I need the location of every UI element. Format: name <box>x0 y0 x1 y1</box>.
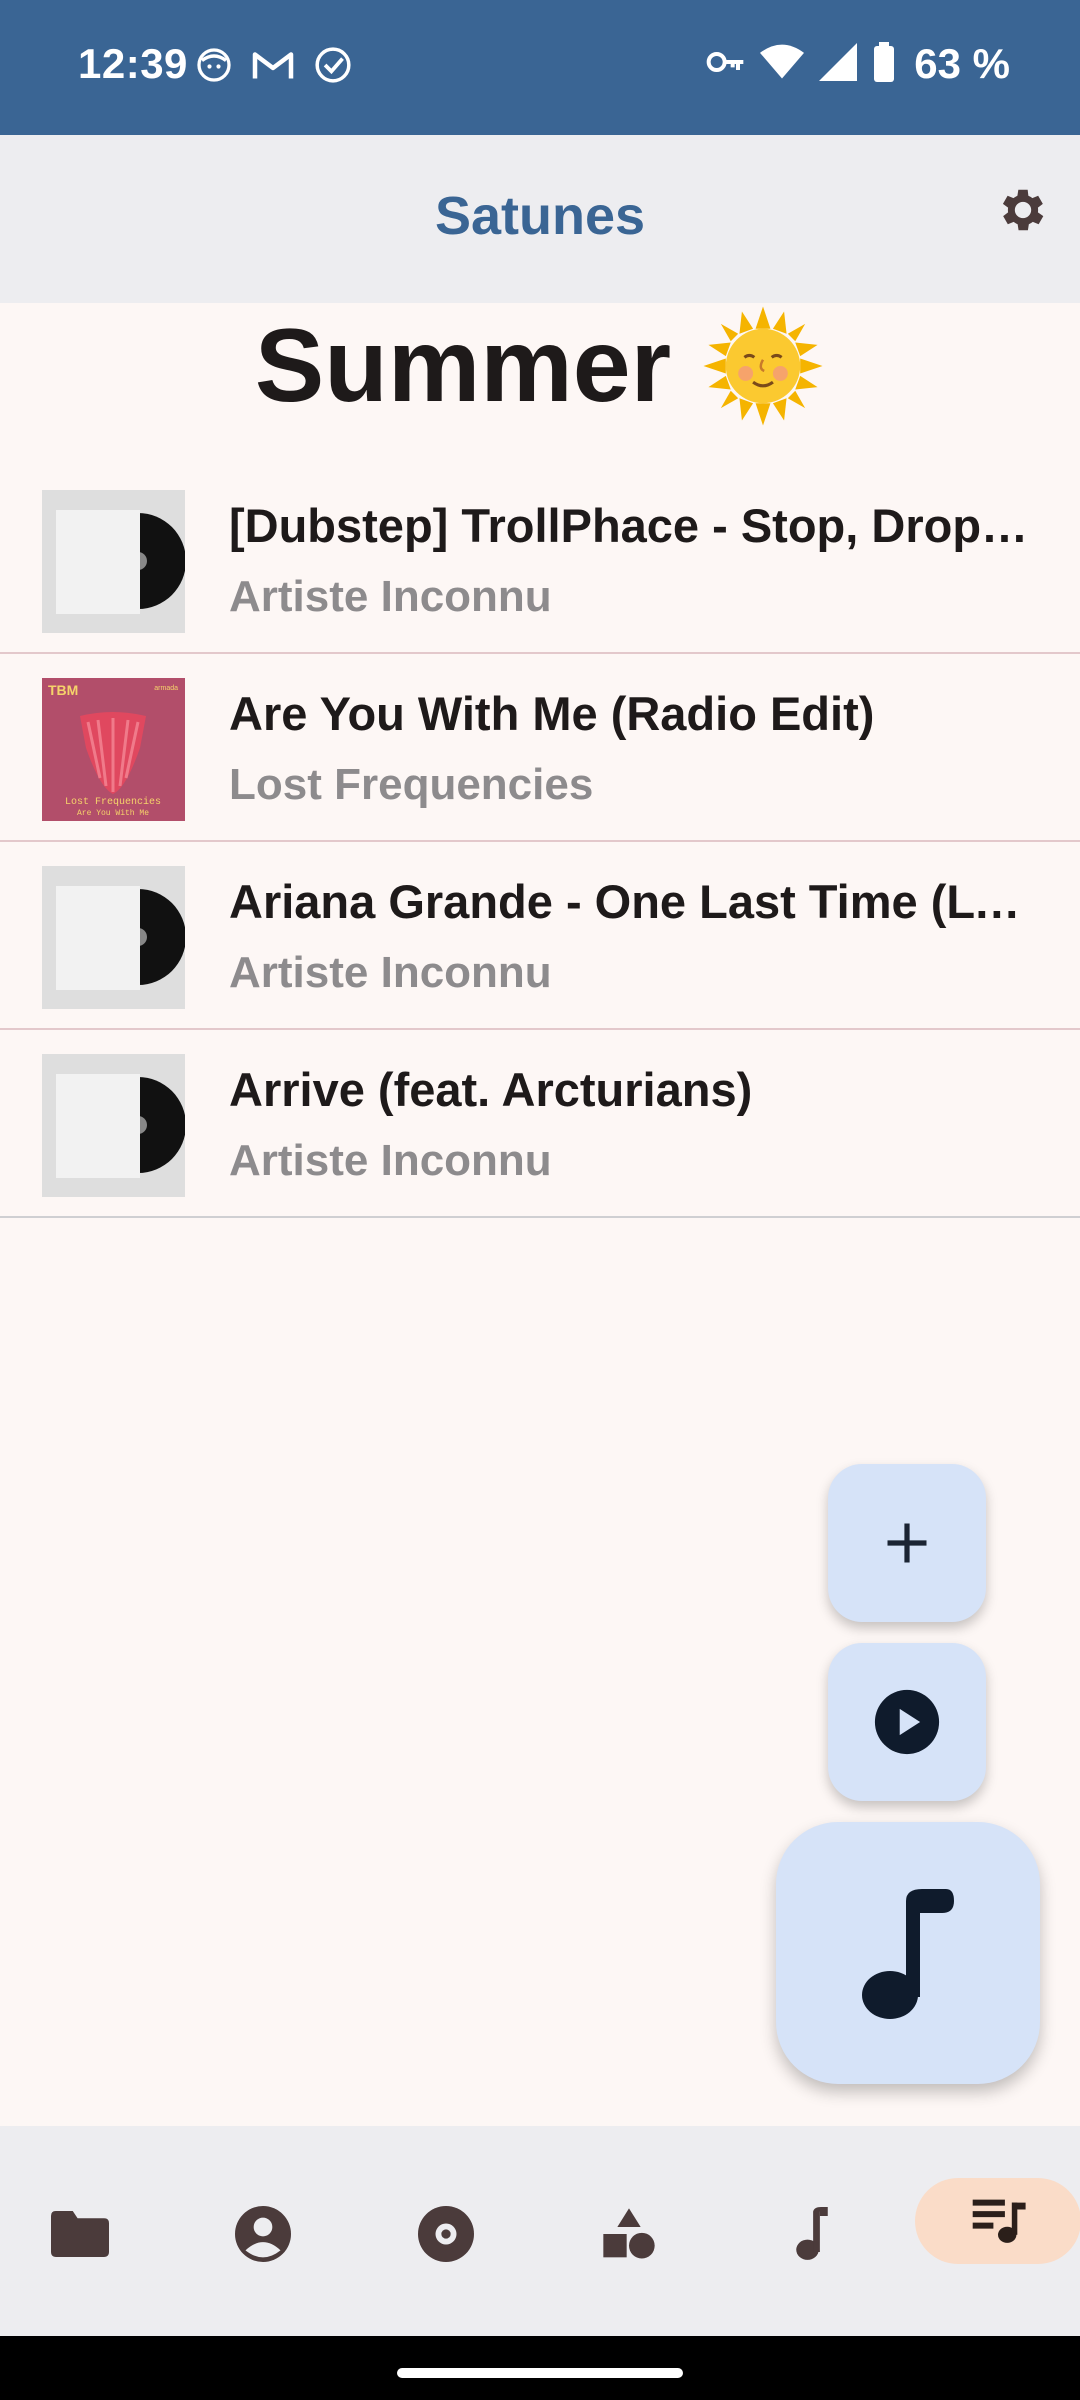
check-circle-icon <box>314 46 352 89</box>
nav-songs[interactable] <box>752 2192 872 2276</box>
signal-icon <box>818 42 858 86</box>
playlist-name: Summer <box>254 307 672 424</box>
song-artist: Artiste Inconnu <box>229 572 552 621</box>
home-handle[interactable] <box>397 2368 683 2378</box>
nav-playlists[interactable] <box>915 2178 1080 2264</box>
app-title: Satunes <box>434 186 646 246</box>
vinyl-placeholder-cover <box>42 866 185 1009</box>
play-playlist-button[interactable] <box>828 1643 986 1801</box>
playlist-title: Summer <box>0 296 1080 436</box>
song-title: Arrive (feat. Arcturians) <box>229 1063 753 1116</box>
cover-label: TBM <box>48 682 78 698</box>
music-note-icon <box>862 1889 954 2019</box>
song-row[interactable]: [Dubstep] TrollPhace - Stop, Drop & Roll… <box>0 466 1080 654</box>
song-title: Ariana Grande - One Last Time (Lyrics) <box>229 875 1029 928</box>
album-art-cover: TBM armada Lost Frequencies Are You With… <box>42 678 185 821</box>
folder-icon <box>51 2211 109 2257</box>
cover-line2: Are You With Me <box>77 809 149 818</box>
account-icon <box>235 2206 291 2262</box>
top-app-bar: Satunes <box>0 135 1080 303</box>
song-row[interactable]: Arrive (feat. Arcturians) Artiste Inconn… <box>0 1030 1080 1218</box>
wifi-icon <box>760 43 805 86</box>
vinyl-placeholder-cover <box>42 1054 185 1197</box>
nav-genres[interactable] <box>569 2192 689 2276</box>
bottom-navigation <box>0 2126 1080 2336</box>
music-note-icon <box>796 2207 828 2260</box>
song-artist: Artiste Inconnu <box>229 1136 552 1185</box>
cover-top-right: armada <box>154 685 178 692</box>
gmail-icon <box>252 48 294 87</box>
song-list: [Dubstep] TrollPhace - Stop, Drop & Roll… <box>0 466 1080 1218</box>
add-song-button[interactable] <box>828 1464 986 1622</box>
plus-icon <box>887 1523 927 1563</box>
song-row[interactable]: Ariana Grande - One Last Time (Lyrics) A… <box>0 842 1080 1030</box>
now-playing-button[interactable] <box>776 1822 1040 2084</box>
album-icon <box>418 2206 474 2262</box>
song-artist: Artiste Inconnu <box>229 948 552 997</box>
battery-percent: 63 % <box>914 40 1010 87</box>
sun-with-face-icon <box>703 306 823 426</box>
song-artist: Lost Frequencies <box>229 760 594 809</box>
status-bar: 12:39 63 % <box>0 0 1080 135</box>
face-icon <box>196 47 232 88</box>
cover-line1: Lost Frequencies <box>65 796 161 808</box>
playlist-icon <box>972 2199 1026 2243</box>
vinyl-placeholder-cover <box>42 490 185 633</box>
vpn-key-icon <box>706 47 746 82</box>
play-circle-icon <box>874 1689 940 1755</box>
battery-icon <box>872 41 896 87</box>
nav-albums[interactable] <box>386 2192 506 2276</box>
status-time: 12:39 <box>78 40 188 87</box>
gear-icon <box>1002 189 1044 231</box>
song-title: [Dubstep] TrollPhace - Stop, Drop & Roll <box>229 499 1029 552</box>
song-title: Are You With Me (Radio Edit) <box>229 687 875 740</box>
song-row[interactable]: TBM armada Lost Frequencies Are You With… <box>0 654 1080 842</box>
gesture-bar <box>0 2336 1080 2400</box>
settings-button[interactable] <box>992 179 1054 241</box>
nav-folders[interactable] <box>20 2192 140 2276</box>
genre-shapes-icon <box>603 2208 655 2259</box>
nav-artists[interactable] <box>203 2192 323 2276</box>
